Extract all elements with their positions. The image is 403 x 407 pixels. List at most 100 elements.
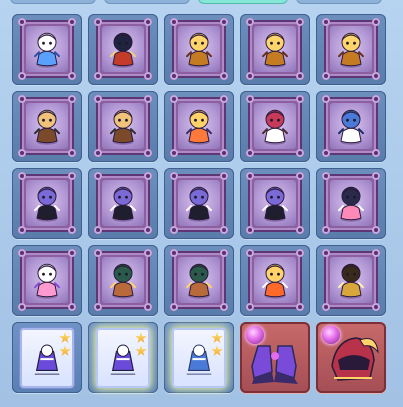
frame-stud bbox=[372, 303, 380, 311]
frame-stud bbox=[18, 303, 26, 311]
bronze-knight-hero-icon bbox=[102, 257, 144, 303]
hero-card-slot[interactable] bbox=[88, 14, 158, 85]
hero-card-slot[interactable] bbox=[240, 14, 310, 85]
frame-stud bbox=[246, 72, 254, 80]
frame-stud bbox=[94, 226, 102, 234]
frame-stud bbox=[246, 149, 254, 157]
hero-portrait-art bbox=[262, 109, 288, 145]
hero-card-slot[interactable] bbox=[316, 91, 386, 162]
hero-portrait-art bbox=[186, 109, 212, 145]
frame-stud bbox=[296, 172, 304, 180]
hero-card-slot[interactable] bbox=[88, 91, 158, 162]
hero-card-slot[interactable] bbox=[88, 168, 158, 239]
hero-card-slot[interactable] bbox=[12, 91, 82, 162]
frame-stud bbox=[18, 172, 26, 180]
frame-stud bbox=[372, 95, 380, 103]
frame-stud bbox=[170, 72, 178, 80]
frame-stud bbox=[322, 249, 330, 257]
tab-3[interactable] bbox=[198, 0, 288, 4]
hero-card-slot[interactable] bbox=[316, 14, 386, 85]
hero-portrait-art bbox=[110, 186, 136, 222]
archer-girl-hero-icon bbox=[254, 103, 296, 149]
hero-card-slot[interactable] bbox=[12, 245, 82, 316]
tab-2[interactable] bbox=[104, 0, 190, 4]
frame-stud bbox=[144, 249, 152, 257]
hero-portrait-art bbox=[110, 263, 136, 299]
frame-stud bbox=[220, 72, 228, 80]
hero-card-slot[interactable] bbox=[240, 91, 310, 162]
red-ninja-hero-icon bbox=[102, 26, 144, 72]
frame-stud bbox=[372, 226, 380, 234]
hero-card-slot[interactable] bbox=[88, 245, 158, 316]
item-card-slot[interactable] bbox=[12, 322, 82, 393]
purple-ninja-card-icon bbox=[96, 328, 150, 388]
frame-stud bbox=[170, 249, 178, 257]
frame-stud bbox=[322, 18, 330, 26]
frame-stud bbox=[246, 172, 254, 180]
frame-stud bbox=[68, 226, 76, 234]
frame-stud bbox=[68, 249, 76, 257]
frame-stud bbox=[372, 18, 380, 26]
card-frame bbox=[94, 18, 152, 80]
hero-portrait-art bbox=[262, 32, 288, 68]
card-frame bbox=[94, 249, 152, 311]
frame-stud bbox=[372, 172, 380, 180]
hero-card-slot[interactable] bbox=[164, 14, 234, 85]
frame-stud bbox=[68, 95, 76, 103]
golden-monk-hero-icon bbox=[254, 26, 296, 72]
frame-stud bbox=[94, 18, 102, 26]
frame-stud bbox=[144, 172, 152, 180]
pink-dancer-hero-icon bbox=[330, 180, 372, 226]
frame-stud bbox=[296, 226, 304, 234]
frame-stud bbox=[246, 226, 254, 234]
hero-card-slot[interactable] bbox=[316, 168, 386, 239]
frame-stud bbox=[296, 303, 304, 311]
frame-stud bbox=[246, 95, 254, 103]
equipment-slot[interactable] bbox=[316, 322, 386, 393]
frame-stud bbox=[18, 18, 26, 26]
frame-stud bbox=[322, 72, 330, 80]
hero-card-slot[interactable] bbox=[164, 168, 234, 239]
frame-stud bbox=[296, 95, 304, 103]
golden-paladin-hero-icon bbox=[330, 257, 372, 303]
item-card-slot[interactable] bbox=[88, 322, 158, 393]
hero-card-slot[interactable] bbox=[12, 14, 82, 85]
card-frame bbox=[94, 95, 152, 157]
bronze-knight-hero-icon bbox=[178, 257, 220, 303]
frame-stud bbox=[94, 95, 102, 103]
hero-card-slot[interactable] bbox=[164, 245, 234, 316]
frame-stud bbox=[220, 172, 228, 180]
card-frame bbox=[322, 95, 380, 157]
frame-stud bbox=[68, 303, 76, 311]
frame-stud bbox=[220, 226, 228, 234]
card-frame bbox=[170, 18, 228, 80]
hero-portrait-art bbox=[186, 32, 212, 68]
hero-card-slot[interactable] bbox=[164, 91, 234, 162]
frame-stud bbox=[170, 303, 178, 311]
hero-card-slot[interactable] bbox=[240, 245, 310, 316]
card-frame bbox=[170, 95, 228, 157]
frame-stud bbox=[372, 149, 380, 157]
masked-warrior-hero-icon bbox=[102, 103, 144, 149]
frame-stud bbox=[68, 149, 76, 157]
card-frame bbox=[246, 18, 304, 80]
frame-stud bbox=[170, 172, 178, 180]
equipment-slot[interactable] bbox=[240, 322, 310, 393]
tab-4[interactable] bbox=[296, 0, 382, 4]
frame-stud bbox=[220, 95, 228, 103]
tab-1[interactable] bbox=[10, 0, 96, 4]
frame-stud bbox=[68, 172, 76, 180]
blue-fox-hero-icon bbox=[26, 26, 68, 72]
item-card-slot[interactable] bbox=[164, 322, 234, 393]
pink-fairy-hero-icon bbox=[26, 257, 68, 303]
frame-stud bbox=[296, 149, 304, 157]
hero-card-slot[interactable] bbox=[240, 168, 310, 239]
hero-portrait-art bbox=[338, 109, 364, 145]
hero-card-slot[interactable] bbox=[12, 168, 82, 239]
frame-stud bbox=[246, 18, 254, 26]
card-frame bbox=[170, 172, 228, 234]
frame-stud bbox=[322, 149, 330, 157]
hero-card-slot[interactable] bbox=[316, 245, 386, 316]
frame-stud bbox=[68, 72, 76, 80]
frame-stud bbox=[68, 18, 76, 26]
